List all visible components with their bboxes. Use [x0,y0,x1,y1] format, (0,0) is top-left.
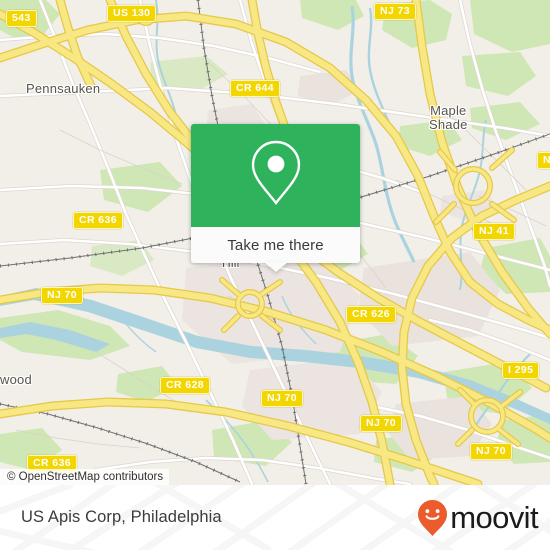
shield-nj-70-mid: NJ 70 [360,415,403,432]
callout-pin-area [191,124,360,227]
shield-nj-70-left: NJ 70 [41,287,84,304]
map-canvas[interactable]: .wtr { fill:#aad3df; } .wtrl { stroke:#a… [0,0,550,485]
location-callout-card[interactable]: Take me there [191,124,360,272]
moovit-map-screenshot: .wtr { fill:#aad3df; } .wtrl { stroke:#a… [0,0,550,550]
take-me-there-button[interactable]: Take me there [191,227,360,272]
shield-nj-70-right: NJ 70 [470,443,513,460]
attribution-text: © OpenStreetMap contributors [7,471,164,483]
shield-nj-73: NJ 73 [374,3,417,20]
shield-cr-644: CR 644 [230,80,281,97]
shield-cr-543: 543 [6,10,37,27]
footer-bar: US Apis Corp, Philadelphia moovit [0,485,550,550]
location-title-text: US Apis Corp, Philadelphia [21,508,222,526]
callout-pointer [263,262,288,272]
shield-i-295: I 295 [502,362,540,379]
moovit-pin-smiley-icon [417,499,448,537]
moovit-brand[interactable]: moovit [417,485,539,550]
shield-us-130: US 130 [107,5,157,22]
shield-nj-70-mid-left: NJ 70 [261,390,304,407]
shield-nj-41: NJ 41 [473,223,516,240]
location-title: US Apis Corp, Philadelphia [21,485,222,550]
shield-cr-636-top: CR 636 [73,212,124,229]
map-attribution[interactable]: © OpenStreetMap contributors [0,469,170,485]
shield-cr-628: CR 628 [160,377,211,394]
map-pin-icon [248,138,304,213]
take-me-there-label: Take me there [227,236,324,254]
shield-nj-edge: N [537,152,550,169]
shield-cr-626: CR 626 [346,306,397,323]
moovit-wordmark: moovit [450,500,538,535]
